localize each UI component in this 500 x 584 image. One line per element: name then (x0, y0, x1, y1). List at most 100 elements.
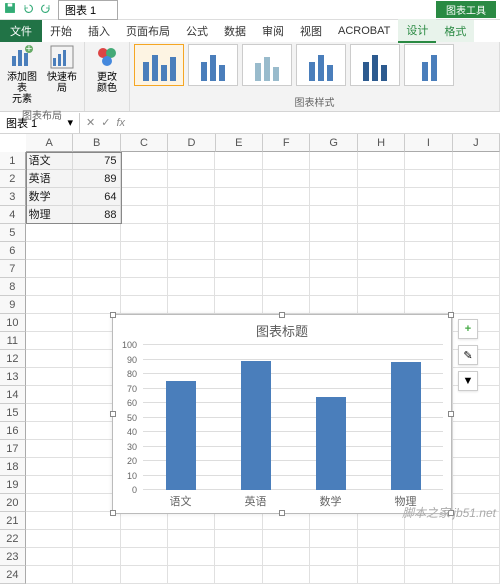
chart-title[interactable]: 图表标题 (113, 315, 451, 346)
tab-formula[interactable]: 公式 (178, 20, 216, 42)
cell-E9[interactable] (215, 296, 262, 314)
cell-A6[interactable] (26, 242, 73, 260)
bar[interactable] (391, 362, 421, 490)
cell-I24[interactable] (405, 566, 452, 584)
cell-B23[interactable] (73, 548, 120, 566)
cell-F24[interactable] (263, 566, 310, 584)
cell-H24[interactable] (358, 566, 405, 584)
cell-J1[interactable] (453, 152, 500, 170)
cell-H2[interactable] (358, 170, 405, 188)
cell-E22[interactable] (215, 530, 262, 548)
cell-E2[interactable] (215, 170, 262, 188)
row-header[interactable]: 21 (0, 512, 26, 530)
cell-I1[interactable] (405, 152, 452, 170)
cell-A11[interactable] (26, 332, 73, 350)
plot-area[interactable]: 0102030405060708090100 (143, 345, 443, 490)
chart-style-1[interactable] (134, 44, 184, 86)
cell-F5[interactable] (263, 224, 310, 242)
cell-C8[interactable] (121, 278, 168, 296)
row-header[interactable]: 1 (0, 152, 26, 170)
chart-style-4[interactable] (296, 44, 346, 86)
row-header[interactable]: 18 (0, 458, 26, 476)
row-header[interactable]: 8 (0, 278, 26, 296)
cell-H9[interactable] (358, 296, 405, 314)
row-header[interactable]: 12 (0, 350, 26, 368)
cell-J4[interactable] (453, 206, 500, 224)
cell-D5[interactable] (168, 224, 215, 242)
cell-H21[interactable] (358, 512, 405, 530)
chart-filter-button[interactable]: ▼ (458, 371, 478, 391)
cell-E5[interactable] (215, 224, 262, 242)
row-header[interactable]: 23 (0, 548, 26, 566)
tab-view[interactable]: 视图 (292, 20, 330, 42)
bar[interactable] (166, 381, 196, 490)
cell-A8[interactable] (26, 278, 73, 296)
row-header[interactable]: 22 (0, 530, 26, 548)
cell-J24[interactable] (453, 566, 500, 584)
cell-B4[interactable]: 88 (73, 206, 120, 224)
cell-F6[interactable] (263, 242, 310, 260)
tab-acrobat[interactable]: ACROBAT (330, 22, 398, 40)
row-header[interactable]: 2 (0, 170, 26, 188)
cell-E7[interactable] (215, 260, 262, 278)
cell-A13[interactable] (26, 368, 73, 386)
row-header[interactable]: 14 (0, 386, 26, 404)
col-header[interactable]: D (168, 134, 215, 152)
row-header[interactable]: 17 (0, 440, 26, 458)
row-header[interactable]: 9 (0, 296, 26, 314)
col-header[interactable]: F (263, 134, 310, 152)
row-header[interactable]: 24 (0, 566, 26, 584)
cell-J19[interactable] (453, 476, 500, 494)
cell-A22[interactable] (26, 530, 73, 548)
cell-D24[interactable] (168, 566, 215, 584)
cell-C2[interactable] (121, 170, 168, 188)
cell-I8[interactable] (405, 278, 452, 296)
cell-C21[interactable] (121, 512, 168, 530)
cell-H3[interactable] (358, 188, 405, 206)
cell-J23[interactable] (453, 548, 500, 566)
cell-J18[interactable] (453, 458, 500, 476)
col-header[interactable]: I (405, 134, 452, 152)
cell-E23[interactable] (215, 548, 262, 566)
cell-F1[interactable] (263, 152, 310, 170)
bar[interactable] (241, 361, 271, 490)
row-header[interactable]: 6 (0, 242, 26, 260)
cell-A4[interactable]: 物理 (26, 206, 73, 224)
row-header[interactable]: 4 (0, 206, 26, 224)
tab-file[interactable]: 文件 (0, 20, 42, 42)
cell-H4[interactable] (358, 206, 405, 224)
chart-styles-gallery[interactable] (134, 44, 495, 86)
cell-D7[interactable] (168, 260, 215, 278)
cell-F21[interactable] (263, 512, 310, 530)
cell-C5[interactable] (121, 224, 168, 242)
add-chart-element-button[interactable]: + 添加图表元素 (4, 44, 40, 105)
cell-I2[interactable] (405, 170, 452, 188)
cell-I6[interactable] (405, 242, 452, 260)
cell-A1[interactable]: 语文 (26, 152, 73, 170)
col-header[interactable]: A (26, 134, 73, 152)
cell-F8[interactable] (263, 278, 310, 296)
cell-F4[interactable] (263, 206, 310, 224)
col-header[interactable]: C (121, 134, 168, 152)
cell-J17[interactable] (453, 440, 500, 458)
cell-I23[interactable] (405, 548, 452, 566)
fx-icon[interactable]: fx (116, 117, 125, 129)
cell-A14[interactable] (26, 386, 73, 404)
cell-H1[interactable] (358, 152, 405, 170)
chart-elements-button[interactable]: + (458, 319, 478, 339)
col-header[interactable]: H (358, 134, 405, 152)
cell-F23[interactable] (263, 548, 310, 566)
cell-D9[interactable] (168, 296, 215, 314)
cell-I3[interactable] (405, 188, 452, 206)
cell-J16[interactable] (453, 422, 500, 440)
row-header[interactable]: 15 (0, 404, 26, 422)
cell-D1[interactable] (168, 152, 215, 170)
cell-J9[interactable] (453, 296, 500, 314)
cell-B2[interactable]: 89 (73, 170, 120, 188)
cell-A12[interactable] (26, 350, 73, 368)
cell-H5[interactable] (358, 224, 405, 242)
change-colors-button[interactable]: 更改颜色 (89, 44, 125, 94)
resize-handle[interactable] (448, 411, 454, 417)
cell-C9[interactable] (121, 296, 168, 314)
cell-G3[interactable] (310, 188, 357, 206)
